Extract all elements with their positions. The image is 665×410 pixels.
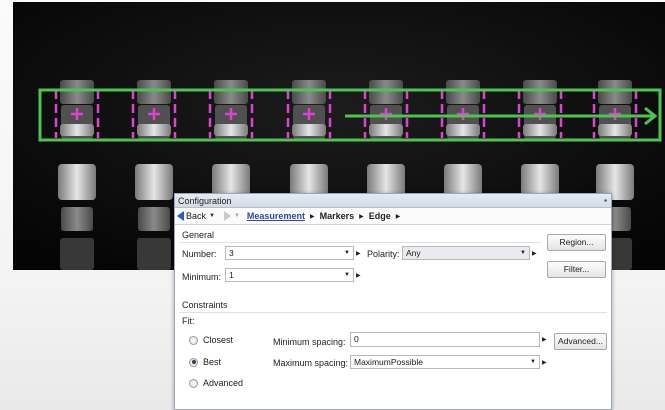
constraints-group-divider (179, 312, 607, 313)
panel-content: General Number: 3 ▼ ▶ Polarity: Any ▼ ▶ … (175, 225, 611, 409)
radio-button[interactable] (189, 335, 198, 345)
breadcrumb-separator-icon: ▶ (359, 213, 364, 220)
maximum-spacing-expand-arrow-icon[interactable]: ▶ (542, 359, 547, 366)
back-arrow-icon (177, 211, 184, 221)
filter-button[interactable]: Filter... (547, 261, 606, 278)
pad-top (369, 80, 403, 104)
configuration-panel: Configuration ▪ Back ▼ ▼ Measurement ▶ M… (174, 193, 612, 410)
pin-icon[interactable]: ▪ (604, 194, 607, 208)
breadcrumb-separator-icon[interactable]: ▶ (396, 213, 401, 220)
pad-highlight (598, 124, 632, 136)
region-button[interactable]: Region... (547, 234, 606, 251)
pad-bottom (138, 207, 170, 231)
back-history-dropdown-icon[interactable]: ▼ (209, 213, 215, 219)
general-section-label: General (182, 230, 215, 240)
minimum-value: 1 (229, 270, 234, 280)
breadcrumb-markers[interactable]: Markers (320, 211, 355, 221)
minimum-expand-arrow-icon[interactable]: ▶ (356, 272, 361, 279)
panel-title: Configuration (178, 196, 232, 206)
pad-top (214, 80, 248, 104)
pad-highlight (369, 124, 403, 136)
pad-top (137, 80, 171, 104)
chevron-down-icon: ▼ (520, 250, 526, 256)
fit-option-best[interactable]: Best (189, 357, 221, 367)
number-label: Number: (182, 249, 217, 259)
maximum-spacing-dropdown[interactable]: MaximumPossible ▼ (350, 355, 540, 369)
number-expand-arrow-icon[interactable]: ▶ (356, 250, 361, 257)
breadcrumb-separator-icon: ▶ (309, 213, 315, 220)
pad-highlight (60, 124, 94, 136)
polarity-dropdown[interactable]: Any ▼ (402, 246, 530, 260)
forward-arrow-icon[interactable] (223, 211, 231, 221)
breadcrumb-measurement[interactable]: Measurement (247, 211, 305, 221)
maximum-spacing-value: MaximumPossible (354, 357, 423, 367)
pad-highlight (523, 124, 557, 136)
polarity-label: Polarity: (367, 249, 400, 259)
radio-button[interactable] (189, 378, 198, 388)
breadcrumb-edge[interactable]: Edge (369, 211, 391, 221)
pad-top (446, 80, 480, 104)
back-button[interactable]: Back (177, 211, 206, 221)
advanced-button[interactable]: Advanced... (554, 333, 607, 350)
minimum-spacing-expand-arrow-icon[interactable]: ▶ (542, 336, 547, 343)
minimum-spacing-input[interactable]: 0 (350, 332, 540, 347)
navigation-bar: Back ▼ ▼ Measurement ▶ Markers ▶ Edge ▶ (175, 208, 611, 225)
polarity-value: Any (406, 248, 421, 258)
fit-label: Fit: (182, 316, 195, 326)
number-dropdown[interactable]: 3 ▼ (225, 246, 354, 260)
minimum-spacing-label: Minimum spacing: (273, 337, 346, 347)
chevron-down-icon: ▼ (344, 272, 350, 278)
radio-button-selected[interactable] (189, 357, 198, 367)
pad-bottom (61, 207, 93, 231)
pad-top (292, 80, 326, 104)
minimum-spacing-value: 0 (354, 334, 359, 344)
pad-lower (135, 164, 173, 200)
pad-highlight (446, 124, 480, 136)
chevron-down-icon: ▼ (530, 359, 536, 365)
pad-tail (137, 238, 171, 270)
pad-top (523, 80, 557, 104)
general-group-divider (179, 242, 541, 243)
constraints-section-label: Constraints (182, 300, 228, 310)
pad-highlight (292, 124, 326, 136)
panel-titlebar: Configuration ▪ (175, 194, 611, 208)
chevron-down-icon: ▼ (344, 250, 350, 256)
pad-lower (58, 164, 96, 200)
back-label: Back (186, 211, 207, 221)
fit-option-advanced[interactable]: Advanced (189, 378, 243, 388)
pad-tail (60, 238, 94, 270)
polarity-expand-arrow-icon[interactable]: ▶ (532, 250, 537, 257)
pad-top (60, 80, 94, 104)
fit-option-label: Best (203, 357, 222, 367)
fit-option-label: Advanced (203, 378, 244, 388)
minimum-label: Minimum: (182, 272, 222, 282)
fit-option-closest[interactable]: Closest (189, 335, 233, 345)
minimum-dropdown[interactable]: 1 ▼ (225, 268, 354, 282)
fit-option-label: Closest (203, 335, 234, 345)
pad-highlight (214, 124, 248, 136)
forward-history-dropdown-icon[interactable]: ▼ (234, 213, 240, 219)
pad-highlight (137, 124, 171, 136)
maximum-spacing-label: Maximum spacing: (273, 358, 349, 368)
number-value: 3 (229, 248, 234, 258)
pad-top (598, 80, 632, 104)
